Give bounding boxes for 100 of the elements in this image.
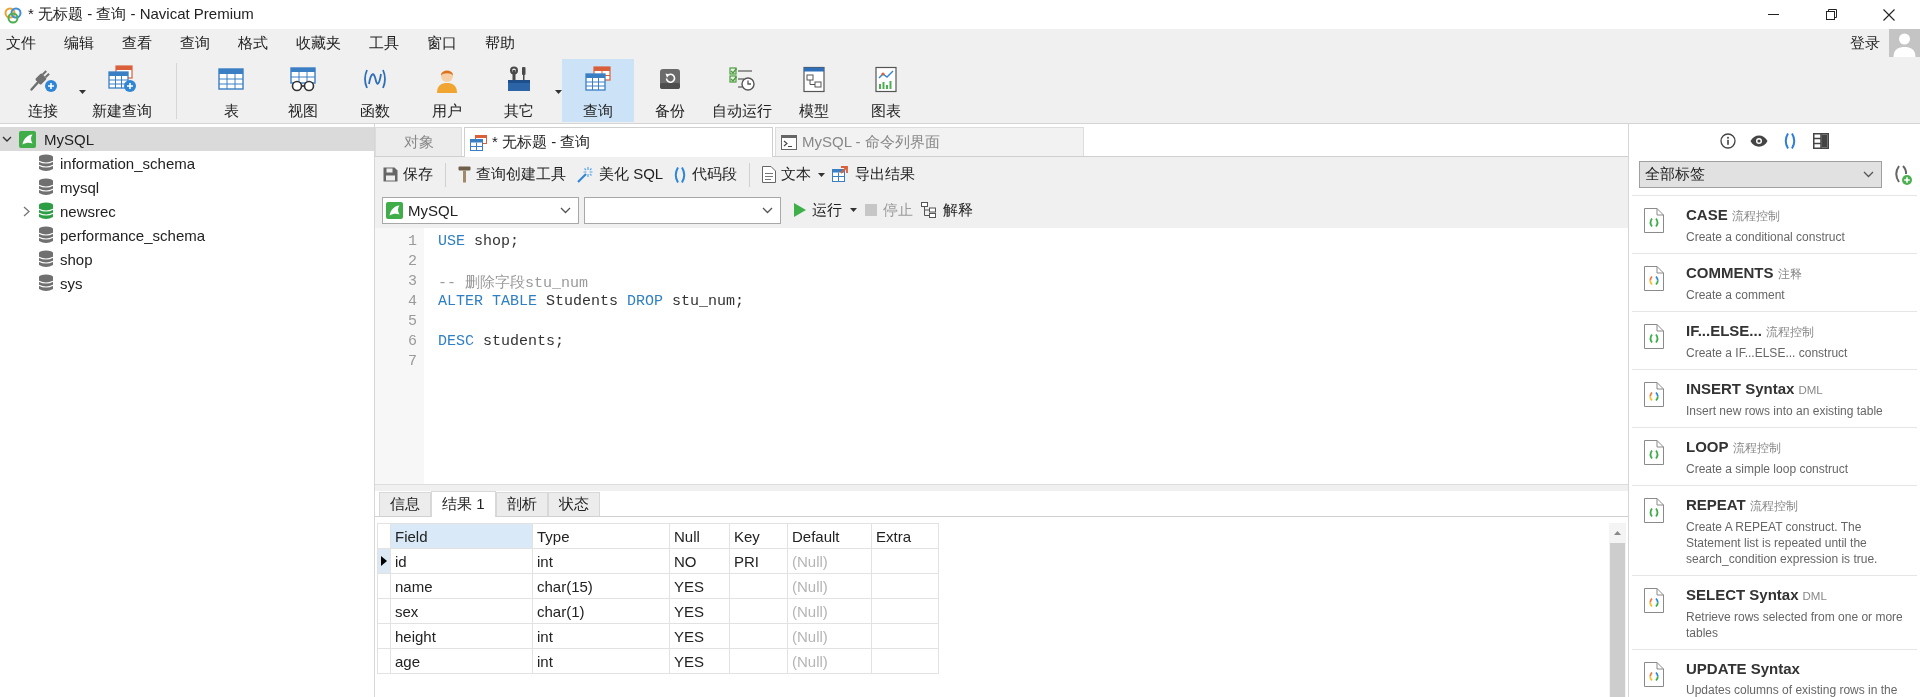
table-cell: height — [390, 623, 533, 649]
toolbar-button[interactable]: 查询创建工具 — [458, 161, 566, 188]
column-header[interactable]: Key — [729, 523, 788, 549]
braces-plus-icon[interactable] — [1893, 164, 1913, 186]
row-header[interactable] — [377, 548, 391, 574]
close-icon — [1883, 8, 1895, 21]
table-cell: PRI — [729, 548, 788, 574]
caret-icon[interactable] — [818, 172, 826, 177]
snippet-tag: 流程控制 — [1749, 496, 1798, 516]
table-cell: id — [390, 548, 533, 574]
minimize-icon — [1767, 14, 1779, 15]
run-bar-button[interactable]: 运行 — [794, 200, 842, 220]
toolbar-button[interactable]: 图表 — [850, 59, 922, 122]
toolbar-button[interactable]: 备份 — [634, 59, 706, 122]
snippet-title: INSERT Syntax — [1686, 379, 1795, 399]
toolbar-button[interactable]: 代码段 — [673, 161, 738, 188]
chevron-icon[interactable] — [2, 134, 12, 144]
connection-select[interactable]: MySQL — [382, 196, 579, 224]
column-header[interactable]: Type — [532, 523, 670, 549]
toolbar-button[interactable]: 模型 — [778, 59, 850, 122]
toolbar-button[interactable]: 导出结果 — [832, 161, 916, 188]
column-header[interactable]: Null — [669, 523, 730, 549]
toolbar-button[interactable]: 视图 — [267, 59, 339, 122]
tree-item[interactable]: performance_schema — [0, 223, 374, 247]
line-number: 7 — [408, 353, 417, 372]
toolbox-icon — [505, 66, 533, 92]
snippet-tag: DML — [1802, 586, 1827, 606]
snippet-tag: 流程控制 — [1732, 438, 1781, 458]
column-header[interactable]: Default — [787, 523, 872, 549]
menu-item[interactable]: 窗口 — [413, 29, 471, 57]
toolbar-button[interactable]: 查询 — [562, 59, 634, 122]
column-header[interactable]: Extra — [871, 523, 939, 549]
arrow-up-icon[interactable] — [1614, 531, 1621, 535]
snippet-item[interactable]: SELECT Syntax DML Retrieve rows selected from one or more tables — [1632, 575, 1917, 649]
toolbar-button[interactable]: 用户 — [411, 59, 483, 122]
snippet-item[interactable]: LOOP 流程控制 Create a simple loop construct — [1632, 427, 1917, 485]
snippet-item[interactable]: UPDATE Syntax Updates columns of existing rows in the — [1632, 649, 1917, 697]
tree-item[interactable]: MySQL — [0, 127, 374, 151]
tag-filter-select[interactable]: 全部标签 — [1639, 161, 1882, 188]
table-cell: YES — [669, 598, 730, 624]
menu-item[interactable]: 查看 — [108, 29, 166, 57]
column-header[interactable]: Field — [390, 523, 533, 549]
tree-item[interactable]: mysql — [0, 175, 374, 199]
menu-item[interactable]: 查询 — [166, 29, 224, 57]
scrollbar[interactable] — [1609, 523, 1626, 697]
menu-item[interactable]: 编辑 — [50, 29, 108, 57]
result-tab[interactable]: 状态 — [547, 492, 600, 516]
menu-item[interactable]: 工具 — [355, 29, 413, 57]
login-link[interactable]: 登录 — [1850, 33, 1880, 53]
chevron-icon[interactable] — [23, 205, 30, 217]
snippet-title: CASE — [1686, 205, 1728, 225]
result-tab[interactable]: 剖析 — [495, 492, 548, 516]
table-plus-icon — [107, 65, 137, 93]
menu-item[interactable]: 帮助 — [471, 29, 529, 57]
table-cell: sex — [390, 598, 533, 624]
editor-tab[interactable]: * 无标题 - 查询 — [464, 127, 773, 157]
caret-icon[interactable] — [850, 208, 857, 212]
snippet-tag: 流程控制 — [1765, 322, 1814, 342]
window-title: * 无标题 - 查询 - Navicat Premium — [28, 5, 254, 24]
run-bar-button[interactable]: 解释 — [921, 200, 973, 220]
result-tab[interactable]: 信息 — [379, 492, 431, 516]
toolbar-button[interactable]: 自动运行 — [706, 59, 778, 122]
file-braces-icon — [1644, 208, 1664, 233]
toolbar-button[interactable]: 其它 — [483, 59, 555, 122]
file-braces-icon — [1644, 498, 1664, 523]
caret-icon[interactable] — [79, 90, 86, 94]
snippet-title: LOOP — [1686, 437, 1729, 457]
restore-icon — [1825, 9, 1837, 20]
table-cell: age — [390, 648, 533, 674]
snippet-item[interactable]: REPEAT 流程控制 Create A REPEAT construct. The Statement list is repeated until the search_condition expression is true. — [1632, 485, 1917, 575]
menu-item[interactable]: 收藏夹 — [282, 29, 355, 57]
tree-item[interactable]: sys — [0, 271, 374, 295]
scrollbar-thumb[interactable] — [1610, 543, 1625, 697]
table-cell: int — [532, 623, 670, 649]
snippet-item[interactable]: CASE 流程控制 Create a conditional construct — [1632, 195, 1917, 253]
toolbar-button[interactable]: 保存 — [383, 161, 433, 188]
toolbar-button[interactable]: 表 — [195, 59, 267, 122]
snippet-description: Create A REPEAT construct. The Statement list is repeated until the search_condition expression is true. — [1686, 519, 1879, 567]
tree-item[interactable]: newsrec — [0, 199, 374, 223]
toolbar-button[interactable]: 文本 — [762, 161, 812, 188]
toolbar-button[interactable]: 新建查询 — [86, 59, 158, 122]
tree-item[interactable]: shop — [0, 247, 374, 271]
menu-item[interactable]: 文件 — [0, 29, 50, 57]
toolbar-button[interactable]: 美化 SQL — [576, 161, 664, 188]
database-select[interactable] — [584, 196, 781, 224]
toolbar-button[interactable]: 连接 — [7, 59, 79, 122]
magic-wand-icon — [576, 166, 594, 183]
row-pointer-icon — [381, 556, 387, 566]
menu-item[interactable]: 格式 — [224, 29, 282, 57]
result-tab[interactable]: 结果 1 — [431, 491, 496, 517]
tree-item[interactable]: information_schema — [0, 151, 374, 175]
flow-boxes-icon — [921, 202, 937, 218]
table-arrow-icon — [832, 166, 851, 183]
snippet-item[interactable]: INSERT Syntax DML Insert new rows into an existing table — [1632, 369, 1917, 427]
snippet-item[interactable]: COMMENTS 注释 Create a comment — [1632, 253, 1917, 311]
caret-icon[interactable] — [555, 90, 562, 94]
toolbar-button[interactable]: 函数 — [339, 59, 411, 122]
line-number: 1 — [408, 233, 417, 252]
snippet-item[interactable]: IF...ELSE... 流程控制 Create a IF...ELSE... construct — [1632, 311, 1917, 369]
code-line: DESC students; — [438, 333, 565, 352]
